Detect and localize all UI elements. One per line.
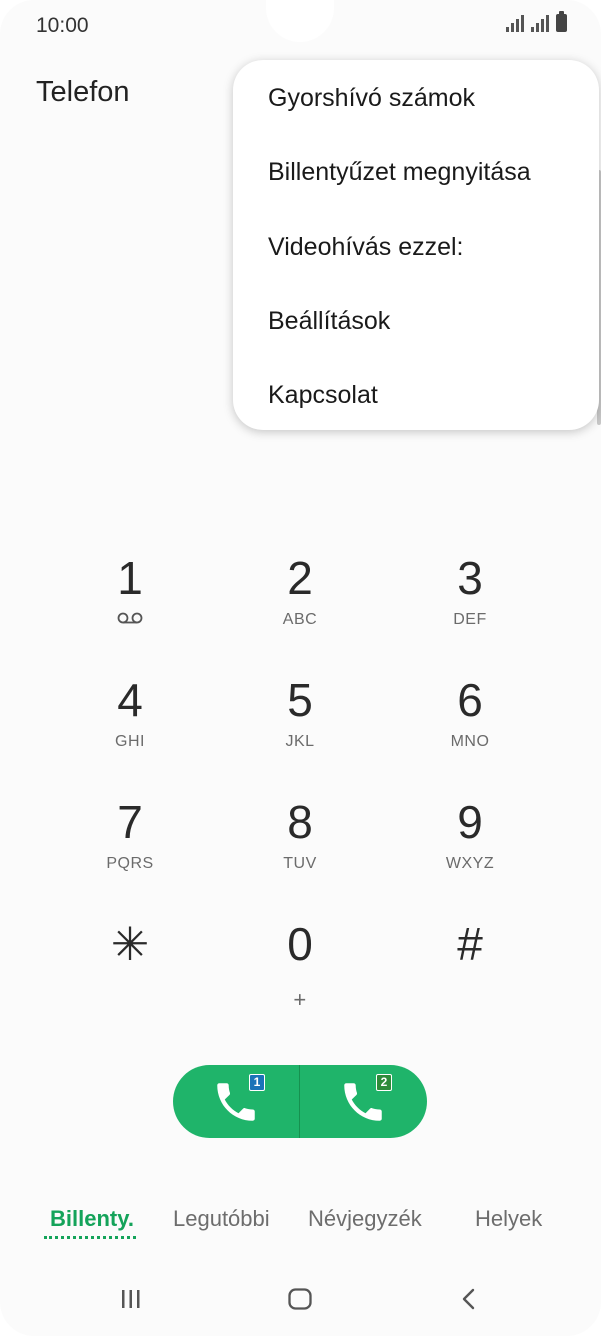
tab-places[interactable]: Helyek: [475, 1206, 542, 1232]
key-6[interactable]: 6 MNO: [385, 675, 555, 753]
status-time: 10:00: [36, 14, 89, 37]
tab-keypad[interactable]: Billenty.: [50, 1206, 134, 1232]
tab-recents[interactable]: Legutóbbi: [173, 1206, 270, 1232]
key-digit: 9: [457, 796, 483, 848]
key-2[interactable]: 2 ABC: [215, 553, 385, 631]
call-button-group: 1 2: [173, 1065, 427, 1138]
menu-item-contact[interactable]: Kapcsolat: [268, 381, 378, 410]
tab-contacts[interactable]: Névjegyzék: [308, 1206, 422, 1232]
signal-icon: [506, 14, 524, 32]
key-hash[interactable]: #: [385, 919, 555, 997]
key-letters: +: [293, 987, 307, 1012]
key-letters: ABC: [282, 611, 318, 628]
menu-item-video-call[interactable]: Videohívás ezzel:: [268, 233, 464, 262]
menu-item-speed-dial[interactable]: Gyorshívó számok: [268, 84, 475, 113]
key-9[interactable]: 9 WXYZ: [385, 797, 555, 875]
key-digit: 0: [287, 918, 313, 970]
key-4[interactable]: 4 GHI: [45, 675, 215, 753]
key-letters: DEF: [453, 611, 487, 628]
recents-icon[interactable]: [118, 1286, 144, 1317]
key-0[interactable]: 0 +: [215, 918, 385, 1012]
overflow-menu: Gyorshívó számok Billentyűzet megnyitása…: [233, 60, 599, 430]
call-sim1-button[interactable]: 1: [173, 1065, 300, 1138]
battery-icon: [556, 11, 567, 32]
menu-item-open-keypad[interactable]: Billentyűzet megnyitása: [268, 158, 531, 187]
key-letters: PQRS: [106, 855, 154, 872]
status-icons: [506, 11, 567, 32]
key-letters: [45, 977, 215, 997]
key-letters: JKL: [285, 733, 315, 750]
key-digit: 8: [287, 796, 313, 848]
key-7[interactable]: 7 PQRS: [45, 797, 215, 875]
page-title: Telefon: [36, 76, 130, 108]
key-digit: 2: [287, 552, 313, 604]
key-letters: MNO: [450, 733, 490, 750]
sim1-badge: 1: [249, 1074, 265, 1091]
key-digit: 3: [457, 552, 483, 604]
signal-icon: [531, 14, 549, 32]
phone-screen: 10:00 Telefon Gyorshívó számok Billentyű…: [0, 0, 601, 1336]
key-letters: [385, 977, 555, 997]
call-sim2-button[interactable]: 2: [300, 1065, 427, 1138]
menu-item-settings[interactable]: Beállítások: [268, 307, 390, 336]
key-1[interactable]: 1: [45, 553, 215, 631]
sim2-badge: 2: [376, 1074, 392, 1091]
key-3[interactable]: 3 DEF: [385, 553, 555, 631]
key-8[interactable]: 8 TUV: [215, 797, 385, 875]
key-digit: 7: [117, 796, 143, 848]
voicemail-icon: [45, 611, 215, 631]
key-digit: ✳: [110, 918, 150, 970]
key-digit: #: [457, 918, 483, 970]
camera-notch: [266, 0, 334, 42]
key-letters: GHI: [115, 733, 145, 750]
key-digit: 4: [117, 674, 143, 726]
active-tab-indicator: [44, 1236, 136, 1239]
key-5[interactable]: 5 JKL: [215, 675, 385, 753]
home-icon[interactable]: [287, 1286, 313, 1317]
key-letters: WXYZ: [445, 855, 495, 872]
key-digit: 1: [117, 552, 143, 604]
key-letters: TUV: [283, 855, 317, 872]
key-digit: 6: [457, 674, 483, 726]
key-digit: 5: [287, 674, 313, 726]
back-icon[interactable]: [456, 1286, 482, 1317]
key-star[interactable]: ✳: [45, 919, 215, 997]
